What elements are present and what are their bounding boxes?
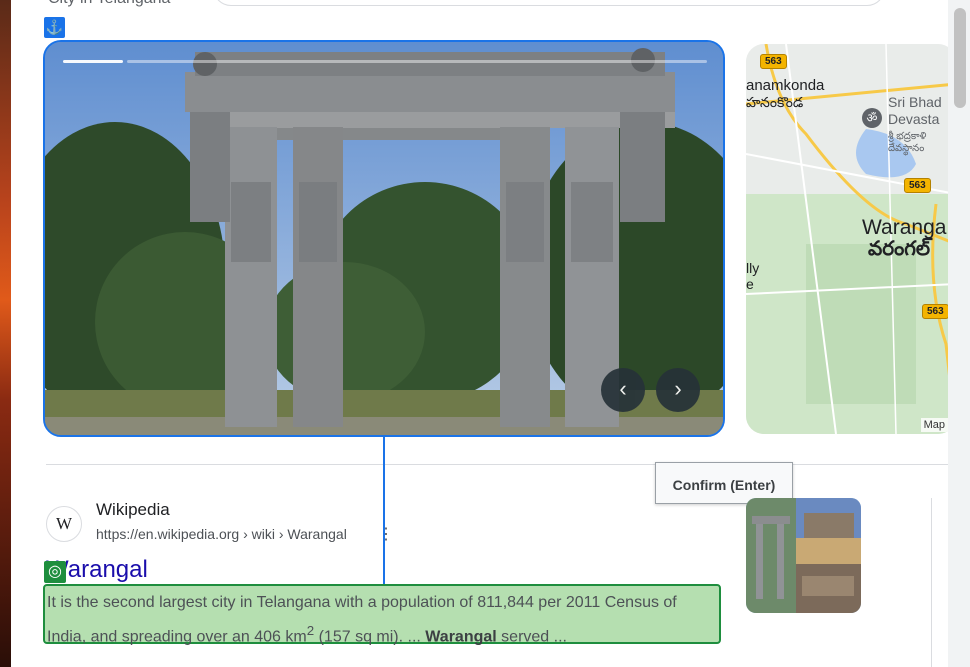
next-image-button[interactable]: ›: [656, 368, 700, 412]
search-box[interactable]: [213, 0, 885, 6]
result-source-url[interactable]: https://en.wikipedia.org › wiki › Warang…: [96, 526, 347, 542]
progress-segment: [127, 60, 707, 63]
result-snippet: It is the second largest city in Telanga…: [43, 584, 721, 646]
map-attribution: Map: [920, 418, 948, 432]
map-label-warangal-telugu: వరంగల్: [868, 238, 931, 260]
desktop-background-strip: [0, 0, 11, 667]
map-label-lly: lly: [746, 260, 760, 276]
chevron-right-icon: ›: [674, 376, 682, 401]
anchor-icon: ⚓: [44, 17, 65, 38]
wikipedia-logo-icon: W: [46, 506, 82, 542]
thumbnail-collage: [746, 498, 861, 613]
map-label-temple-telugu-2: దేవస్థానం: [888, 143, 925, 154]
highway-shield: 563: [904, 178, 931, 193]
snippet-bold-term: Warangal: [425, 628, 497, 646]
more-options-icon[interactable]: ⋮: [378, 524, 394, 544]
map-label-hanamkonda: anamkonda: [746, 77, 825, 94]
annotation-connector-line: [383, 436, 385, 586]
entity-subtitle: City in Telangana: [48, 0, 170, 8]
column-divider: [931, 498, 932, 667]
map-label-sri-bhad: Sri Bhad: [888, 94, 942, 110]
page-scrollbar-thumb[interactable]: [954, 8, 966, 108]
map-label-hanamkonda-telugu: హనంకొండ: [746, 94, 804, 110]
section-divider: [46, 464, 948, 465]
prev-image-button[interactable]: ‹: [601, 368, 645, 412]
result-thumbnail[interactable]: [746, 498, 861, 613]
result-source-name[interactable]: Wikipedia: [96, 500, 170, 520]
map-label-fragment: e: [746, 276, 754, 292]
carousel-progress: [63, 60, 707, 63]
snippet-text: served ...: [496, 628, 567, 646]
progress-segment: [63, 60, 123, 63]
snippet-text: (157 sq mi). ...: [314, 628, 426, 646]
map-label-devasta: Devasta: [888, 111, 940, 127]
temple-pin-icon[interactable]: ॐ: [862, 108, 882, 128]
hero-image-carousel[interactable]: ‹ ›: [43, 40, 725, 437]
chevron-left-icon: ‹: [619, 376, 627, 401]
target-icon: ◎: [44, 561, 66, 583]
highway-shield: 563: [760, 54, 787, 69]
map-label-warangal: Waranga: [862, 216, 947, 239]
highway-shield: 563: [922, 304, 949, 319]
map-card[interactable]: 563 anamkonda హనంకొండ Sri Bhad ॐ Devasta…: [746, 44, 956, 434]
